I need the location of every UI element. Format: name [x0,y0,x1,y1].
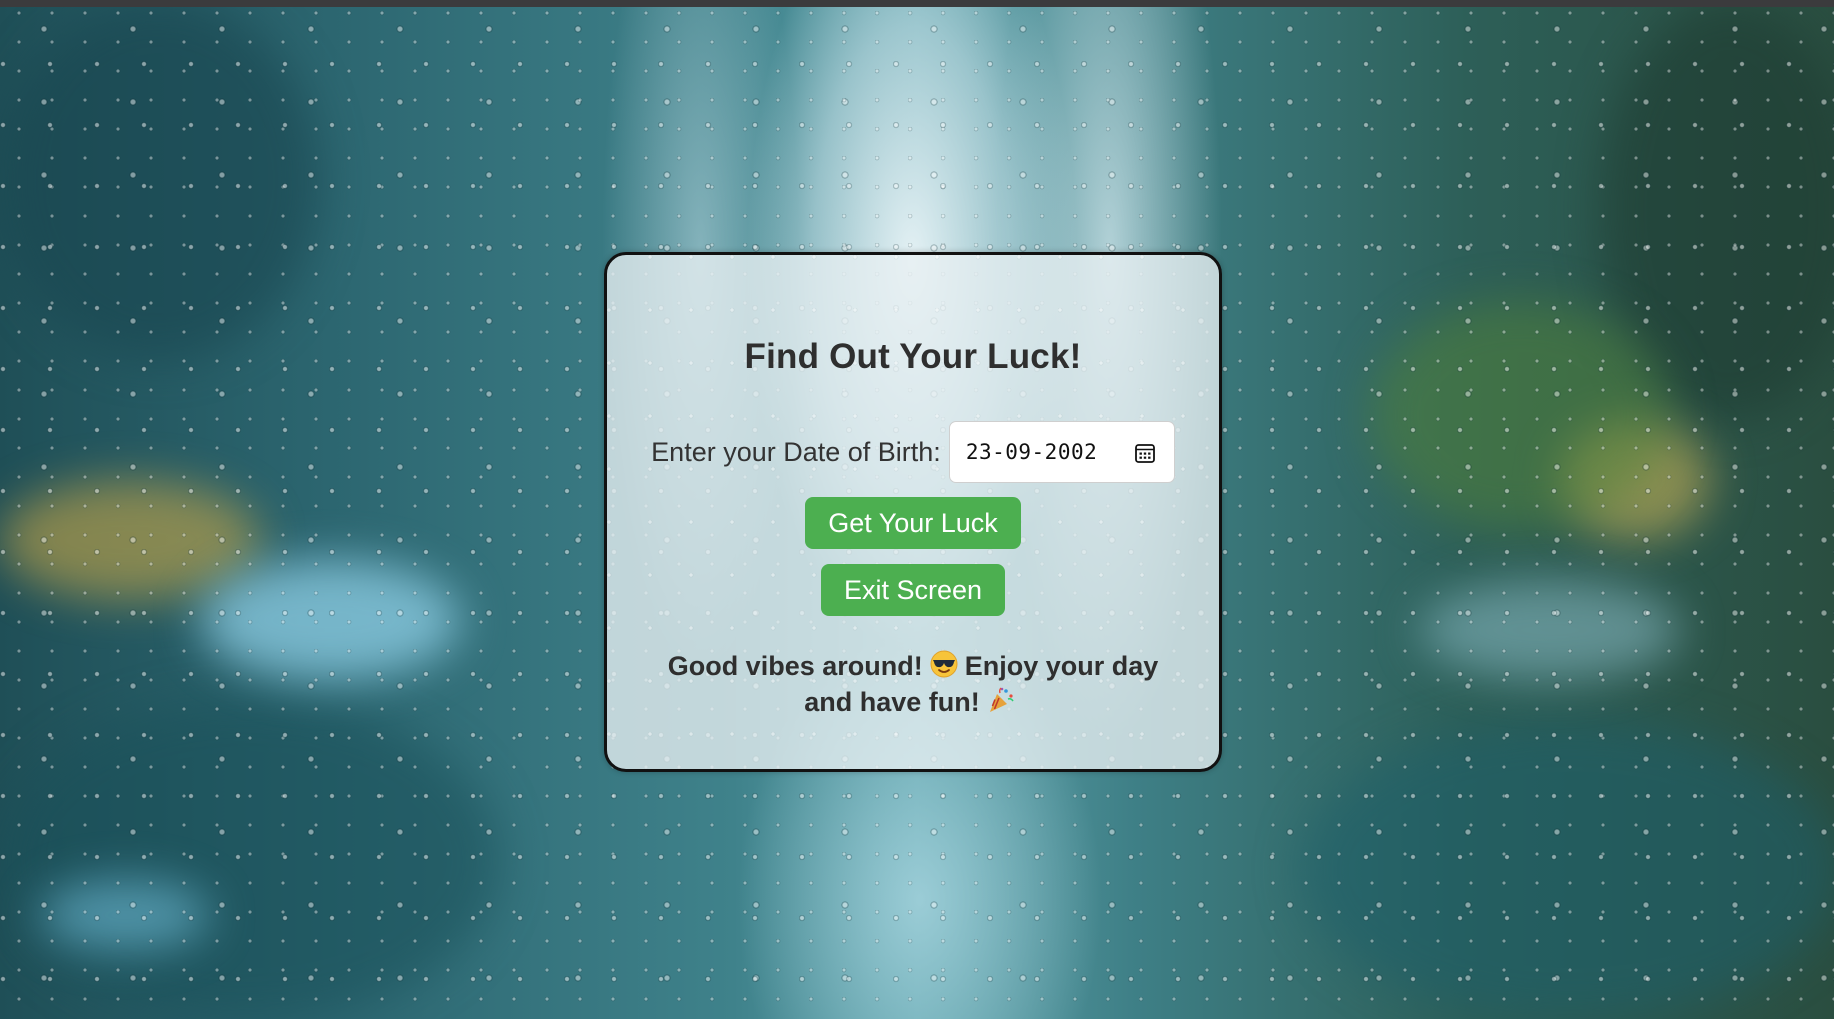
dob-row: Enter your Date of Birth: 23-09-2002 [607,421,1219,483]
result-text-part1: Good vibes around! [667,651,923,681]
dob-date-input[interactable]: 23-09-2002 [948,421,1175,483]
page-title: Find Out Your Luck! [744,337,1082,376]
dob-label: Enter your Date of Birth: [651,436,941,467]
exit-screen-button[interactable]: Exit Screen [820,564,1006,616]
browser-top-strip [0,0,1834,7]
luck-result-message: Good vibes around! Enjoy your day and ha… [653,648,1173,720]
luck-card: Find Out Your Luck! Enter your Date of B… [604,252,1222,772]
get-your-luck-button[interactable]: Get Your Luck [805,497,1021,549]
calendar-icon[interactable] [1134,442,1156,464]
party-popper-icon [989,687,1014,712]
app-viewport: Find Out Your Luck! Enter your Date of B… [0,0,1834,1019]
smiling-face-with-sunglasses-icon [930,650,958,678]
dob-date-value[interactable]: 23-09-2002 [966,440,1097,464]
